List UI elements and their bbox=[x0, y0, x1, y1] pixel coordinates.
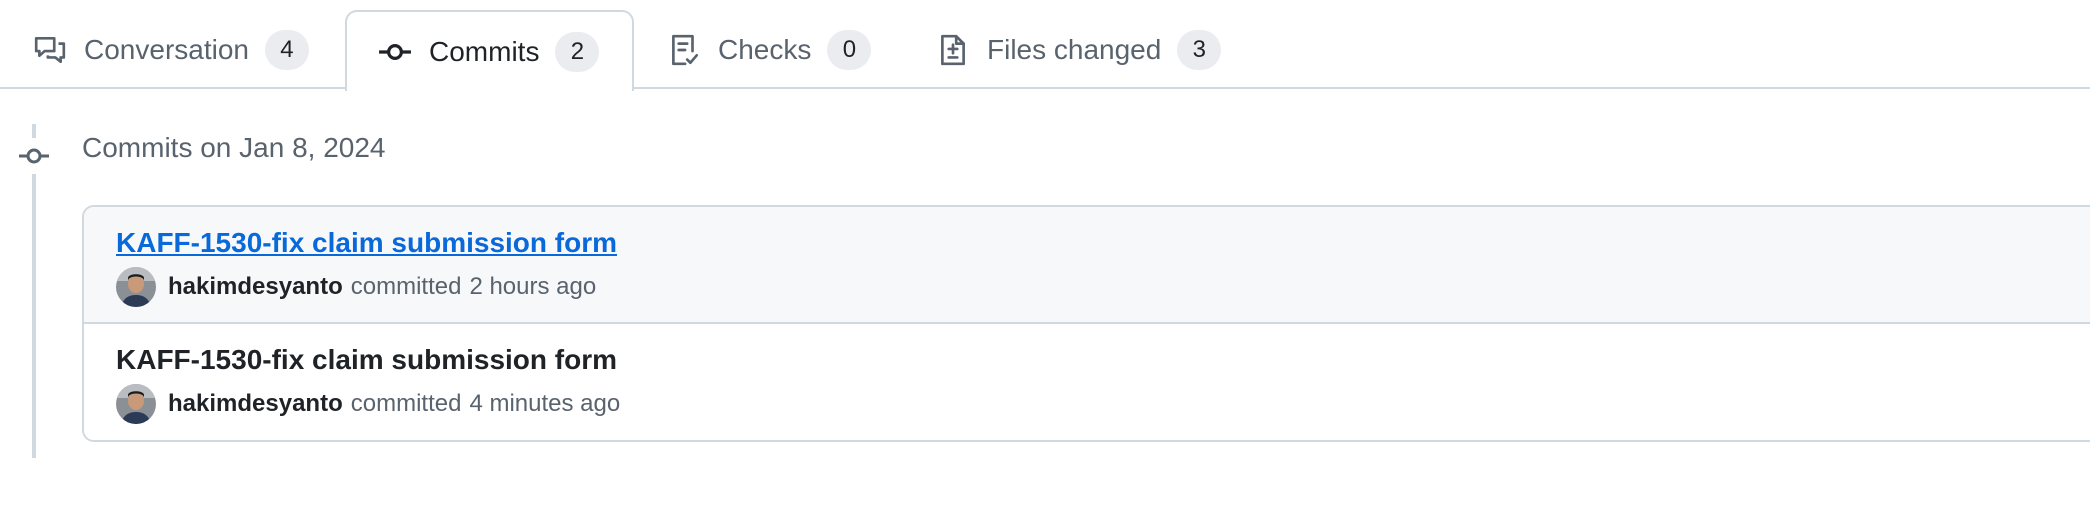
commit-row[interactable]: KAFF-1530-fix claim submission form haki… bbox=[84, 324, 2090, 440]
commit-row[interactable]: KAFF-1530-fix claim submission form haki… bbox=[84, 207, 2090, 324]
tab-files-changed-counter: 3 bbox=[1177, 30, 1222, 70]
tab-commits[interactable]: Commits 2 bbox=[345, 10, 634, 91]
commit-time: 4 minutes ago bbox=[469, 390, 621, 417]
tab-conversation-label: Conversation bbox=[84, 34, 249, 65]
tab-commits-counter: 2 bbox=[555, 31, 600, 72]
tab-conversation-counter: 4 bbox=[264, 30, 309, 70]
git-commit-icon bbox=[16, 138, 52, 174]
commit-list: KAFF-1530-fix claim submission form haki… bbox=[82, 205, 2090, 442]
avatar[interactable] bbox=[116, 384, 156, 424]
tab-conversation[interactable]: Conversation 4 bbox=[32, 10, 309, 90]
tab-checks-counter: 0 bbox=[827, 30, 872, 70]
commit-meta: hakimdesyanto committed 2 hours ago bbox=[116, 267, 596, 307]
git-commit-icon bbox=[377, 34, 413, 70]
tab-files-changed[interactable]: Files changed 3 bbox=[935, 10, 1222, 90]
checklist-icon bbox=[666, 32, 702, 68]
timeline-line bbox=[32, 124, 36, 458]
tab-checks[interactable]: Checks 0 bbox=[666, 10, 872, 90]
commit-title-link[interactable]: KAFF-1530-fix claim submission form bbox=[116, 227, 617, 259]
file-diff-icon bbox=[935, 32, 971, 68]
commit-meta: hakimdesyanto committed 4 minutes ago bbox=[116, 384, 620, 424]
tab-commits-label: Commits bbox=[429, 35, 540, 67]
commit-title[interactable]: KAFF-1530-fix claim submission form bbox=[116, 344, 617, 376]
commit-time: 2 hours ago bbox=[469, 273, 597, 300]
pr-tab-nav: Conversation 4 Commits 2 Checks 0 Files … bbox=[0, 0, 2090, 91]
commit-author-link[interactable]: hakimdesyanto bbox=[168, 273, 343, 301]
commit-group-heading: Commits on Jan 8, 2024 bbox=[82, 132, 386, 163]
commit-verb: committed bbox=[350, 390, 462, 417]
commit-author-link[interactable]: hakimdesyanto bbox=[168, 390, 343, 418]
tab-checks-label: Checks bbox=[718, 34, 812, 65]
tab-files-changed-label: Files changed bbox=[987, 34, 1162, 65]
avatar[interactable] bbox=[116, 267, 156, 307]
comment-discussion-icon bbox=[32, 32, 68, 68]
commit-verb: committed bbox=[350, 273, 462, 300]
